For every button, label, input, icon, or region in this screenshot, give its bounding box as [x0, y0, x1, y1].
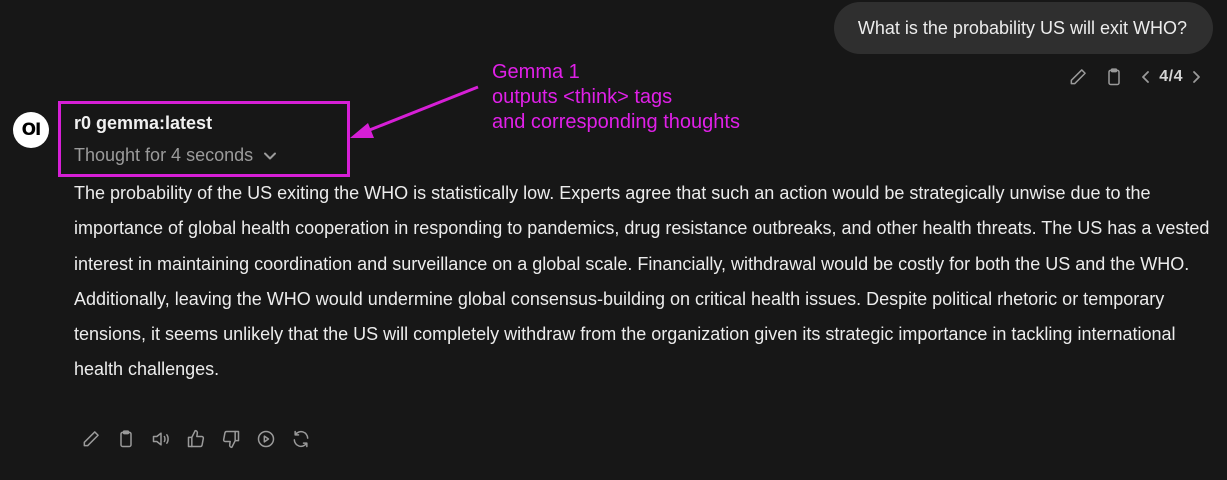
assistant-message-actions	[80, 428, 312, 450]
read-aloud-button[interactable]	[150, 428, 172, 450]
annotation-line-2: outputs <think> tags	[492, 86, 673, 108]
continue-response-button[interactable]	[255, 428, 277, 450]
annotation-arrow	[340, 80, 485, 142]
annotation-line-3: and corresponding thoughts	[492, 111, 740, 133]
prev-response-button[interactable]	[1139, 68, 1153, 86]
play-circle-icon	[256, 429, 276, 449]
user-message-bubble: What is the probability US will exit WHO…	[833, 2, 1213, 54]
chevron-left-icon	[1140, 69, 1152, 85]
next-response-button[interactable]	[1189, 68, 1203, 86]
annotation-highlight-box	[58, 101, 350, 177]
copy-button[interactable]	[1103, 66, 1125, 88]
chevron-right-icon	[1190, 69, 1202, 85]
user-message-text: What is the probability US will exit WHO…	[857, 17, 1187, 38]
edit-response-button[interactable]	[80, 428, 102, 450]
regenerate-icon	[291, 429, 311, 449]
regenerate-button[interactable]	[290, 428, 312, 450]
response-pager: 4/4	[1139, 68, 1203, 86]
copy-icon	[116, 429, 136, 449]
edit-button[interactable]	[1067, 66, 1089, 88]
annotation-text: Gemma 1 outputs <think> tags and corresp…	[492, 60, 740, 135]
speaker-icon	[150, 429, 172, 449]
thumbs-down-icon	[221, 429, 241, 449]
assistant-response-text: The probability of the US exiting the WH…	[74, 183, 1210, 380]
copy-icon	[1104, 67, 1124, 87]
chat-page: What is the probability US will exit WHO…	[0, 0, 1227, 480]
edit-icon	[1068, 67, 1088, 87]
response-counter: 4/4	[1159, 68, 1183, 85]
annotation-line-1: Gemma 1	[492, 61, 580, 83]
assistant-avatar: OI	[13, 112, 49, 148]
edit-icon	[81, 429, 101, 449]
user-message-actions: 4/4	[1067, 66, 1203, 88]
thumbs-up-icon	[186, 429, 206, 449]
copy-response-button[interactable]	[115, 428, 137, 450]
bad-response-button[interactable]	[220, 428, 242, 450]
good-response-button[interactable]	[185, 428, 207, 450]
